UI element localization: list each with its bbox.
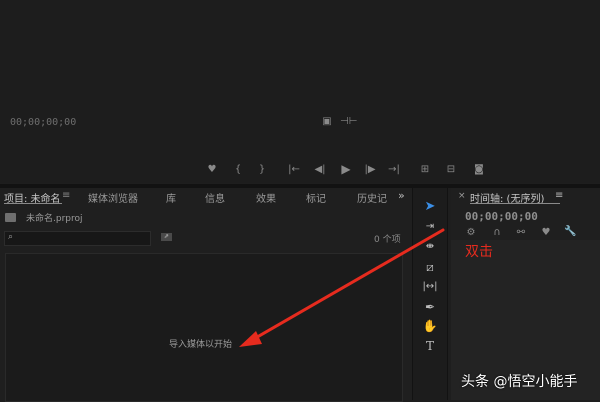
annotation-label: 双击 bbox=[465, 244, 493, 260]
watermark: 头条 @悟空小能手 bbox=[461, 374, 578, 390]
annotation-arrow bbox=[239, 228, 445, 347]
